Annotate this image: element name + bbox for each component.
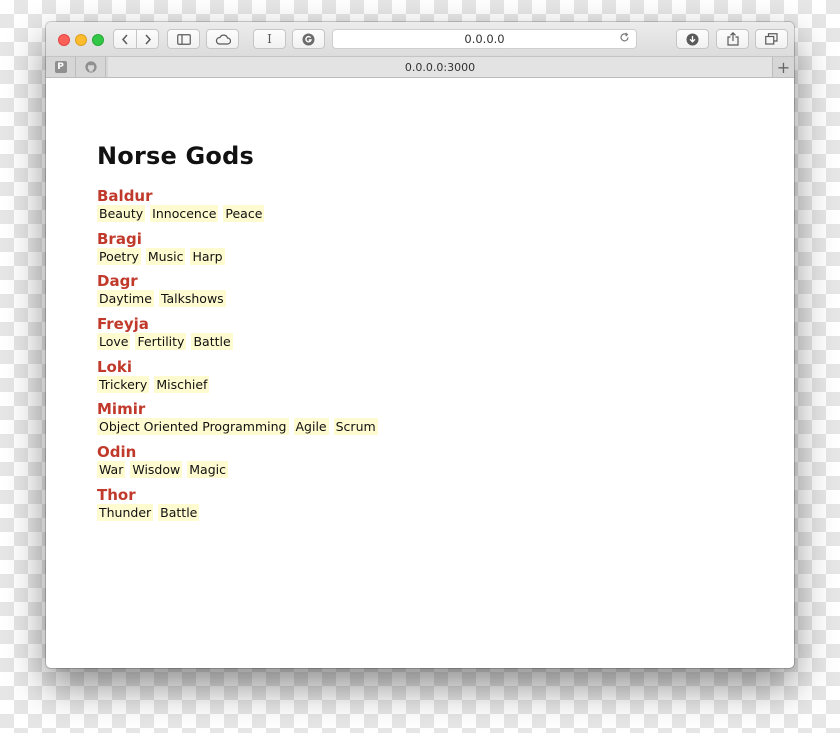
- god-name: Bragi: [97, 229, 142, 248]
- tag: Poetry: [97, 247, 141, 265]
- reload-icon[interactable]: [619, 32, 630, 46]
- tab-title: 0.0.0.0:3000: [404, 60, 476, 74]
- chevron-left-icon: [121, 34, 128, 44]
- god-item-odin: Odin War Wisdow Magic: [97, 442, 378, 485]
- new-tab-button[interactable]: +: [772, 57, 794, 77]
- tag: Battle: [158, 503, 200, 521]
- p-icon: P: [54, 61, 67, 73]
- github-icon: [84, 61, 97, 73]
- god-tags: Trickery Mischief: [97, 375, 378, 393]
- god-name: Thor: [97, 485, 136, 504]
- browser-toolbar: I 0.0.0.0: [46, 22, 794, 57]
- downloads-button[interactable]: [676, 29, 709, 49]
- tag: Mischief: [154, 375, 210, 393]
- chevron-right-icon: [145, 34, 152, 44]
- forward-button[interactable]: [137, 30, 159, 48]
- god-tags: Love Fertility Battle: [97, 333, 378, 351]
- god-name: Odin: [97, 443, 137, 462]
- god-name: Dagr: [97, 272, 138, 291]
- maximize-window-button[interactable]: [92, 34, 104, 46]
- share-icon: [726, 32, 739, 46]
- god-item-loki: Loki Trickery Mischief: [97, 357, 378, 400]
- tag: Love: [97, 333, 131, 351]
- tag: Peace: [223, 205, 265, 222]
- pinned-tab-github[interactable]: [76, 57, 106, 77]
- minimize-window-button[interactable]: [75, 34, 87, 46]
- tag: Magic: [187, 461, 228, 479]
- tag: Talkshows: [158, 290, 226, 308]
- sidebar-button[interactable]: [167, 29, 200, 49]
- cloud-icon: [215, 34, 231, 45]
- god-tags: Daytime Talkshows: [97, 290, 378, 308]
- share-button[interactable]: [716, 29, 749, 49]
- tag: Trickery: [97, 375, 150, 393]
- god-tags: Poetry Music Harp: [97, 247, 378, 265]
- url-text: 0.0.0.0: [464, 32, 505, 46]
- god-name: Baldur: [97, 187, 153, 205]
- god-item-dagr: Dagr Daytime Talkshows: [97, 271, 378, 314]
- tabs-icon: [765, 33, 778, 45]
- pinned-tab-p[interactable]: P: [46, 57, 76, 77]
- download-icon: [686, 33, 699, 45]
- tag: Agile: [293, 418, 329, 436]
- god-tags: Thunder Battle: [97, 503, 378, 521]
- close-window-button[interactable]: [58, 34, 70, 46]
- tag: Battle: [191, 333, 233, 351]
- god-item-freyja: Freyja Love Fertility Battle: [97, 314, 378, 357]
- tab-localhost[interactable]: 0.0.0.0:3000: [108, 57, 772, 77]
- tag: Object Oriented Programming: [97, 418, 289, 436]
- god-tags: War Wisdow Magic: [97, 461, 378, 479]
- reader-label: I: [267, 32, 272, 46]
- god-item-mimir: Mimir Object Oriented Programming Agile …: [97, 399, 378, 442]
- tag: Scrum: [333, 418, 378, 436]
- tag: Wisdow: [130, 461, 183, 479]
- tag: Daytime: [97, 290, 154, 308]
- god-tags: Object Oriented Programming Agile Scrum: [97, 418, 378, 436]
- back-button[interactable]: [114, 30, 136, 48]
- god-tags: Beauty Innocence Peace: [97, 205, 378, 222]
- sidebar-icon: [176, 33, 191, 45]
- back-forward-buttons: [113, 29, 159, 49]
- tab-bar: P 0.0.0.0:3000 +: [46, 57, 794, 78]
- address-bar[interactable]: 0.0.0.0: [332, 29, 637, 49]
- tag: War: [97, 461, 126, 479]
- tag: Music: [145, 247, 186, 265]
- tag: Thunder: [97, 503, 154, 521]
- icloud-tabs-button[interactable]: [206, 29, 239, 49]
- god-item-thor: Thor Thunder Battle: [97, 485, 378, 528]
- tag: Fertility: [135, 333, 187, 351]
- tabs-overview-button[interactable]: [755, 29, 788, 49]
- god-name: Loki: [97, 357, 132, 376]
- browser-window: I 0.0.0.0 P 0.0.0.0:3000 + Norse Gods Ba…: [46, 22, 794, 668]
- tag: Beauty: [97, 205, 146, 222]
- extension-button[interactable]: [292, 29, 325, 49]
- tag: Harp: [190, 247, 225, 265]
- reader-button[interactable]: I: [253, 29, 286, 49]
- plus-icon: +: [776, 57, 791, 77]
- god-name: Freyja: [97, 315, 149, 334]
- grammarly-icon: [302, 33, 315, 45]
- god-name: Mimir: [97, 400, 146, 419]
- page-content: Norse Gods Baldur Beauty Innocence Peace…: [46, 78, 794, 668]
- page-title: Norse Gods: [97, 142, 254, 170]
- tag: Innocence: [150, 205, 219, 222]
- god-item-bragi: Bragi Poetry Music Harp: [97, 229, 378, 272]
- god-item-baldur: Baldur Beauty Innocence Peace: [97, 186, 378, 229]
- gods-list: Baldur Beauty Innocence Peace Bragi Poet…: [97, 186, 378, 528]
